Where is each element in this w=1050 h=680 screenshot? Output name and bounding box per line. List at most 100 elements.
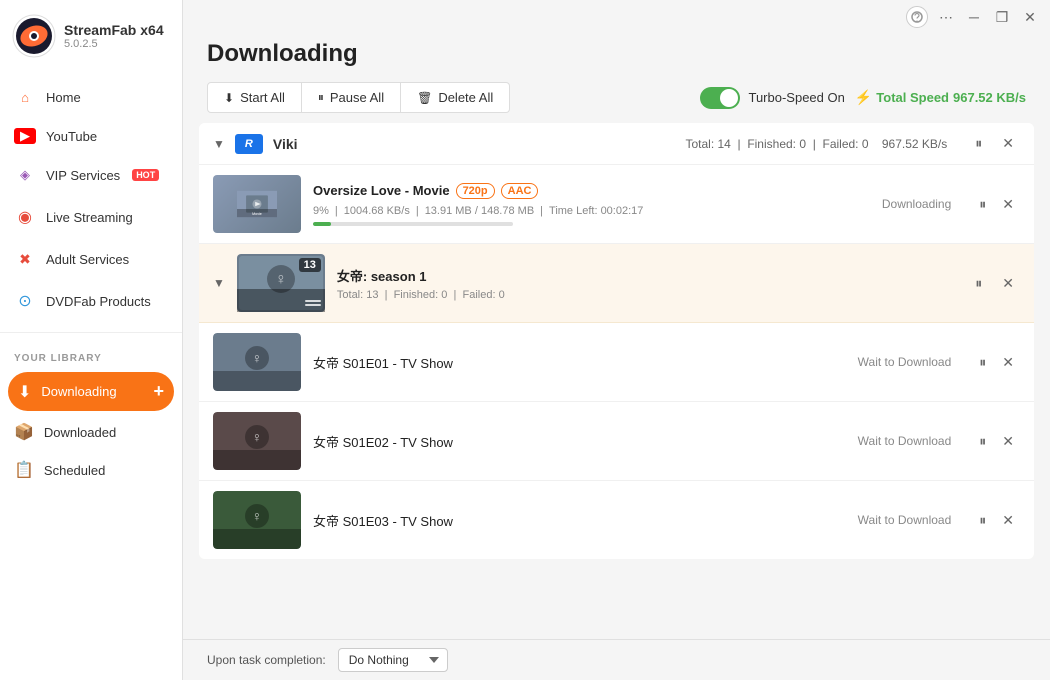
toggle-thumb [720,89,738,107]
footer: Upon task completion: Do Nothing Shut Do… [183,639,1050,680]
ep1-pause-btn[interactable]: ⏸ [973,352,992,373]
season-lines [305,300,321,306]
item-pause-btn[interactable]: ⏸ [973,194,992,215]
item-close-btn[interactable]: ✕ [996,194,1020,215]
sidebar-item-vip[interactable]: ◈ VIP Services HOT [0,154,182,196]
nav-vip-label: VIP Services [46,168,120,183]
svg-text:♀: ♀ [252,429,263,445]
separator2: | [416,205,419,217]
completion-dropdown[interactable]: Do Nothing Shut Down Sleep Hibernate Exi… [338,648,448,672]
ep2-status: Wait to Download [858,434,952,448]
ep1-close-btn[interactable]: ✕ [996,352,1020,373]
viki-chevron[interactable]: ▼ [213,137,225,151]
separator3: | [540,205,543,217]
ep1-info: 女帝 S01E01 - TV Show [313,353,846,372]
app-version: 5.0.2.5 [64,38,164,50]
viki-logo: R [235,134,263,154]
nav-youtube-label: YouTube [46,129,97,144]
viki-stats: Total: 14 | Finished: 0 | Failed: 0 967.… [685,137,947,151]
ep3-thumb: ♀ [213,491,301,549]
downloading-icon: ⬇ [18,382,31,402]
total-speed: ⚡ Total Speed 967.52 KB/s [855,89,1026,106]
nav-menu: ⌂ Home ▶ YouTube ◈ VIP Services HOT ◉ Li… [0,72,182,326]
sidebar-item-dvd[interactable]: ⊙ DVDFab Products [0,280,182,322]
menu-icon [911,11,923,23]
toggle-track[interactable] [700,87,740,109]
viki-pause-btn[interactable]: ⏸ [969,133,988,154]
progress-bar [313,222,513,226]
logo-icon [12,14,56,58]
ep3-title: 女帝 S01E03 - TV Show [313,511,846,530]
library-section-label: YOUR LIBRARY [0,339,182,370]
delete-icon: 🗑 [417,91,432,105]
hot-badge: HOT [132,169,159,181]
downloaded-icon: 📦 [14,422,34,442]
season-title: 女帝: season 1 [337,266,945,285]
item-status-text: Downloading [882,197,951,211]
library-downloading-label: Downloading [41,384,116,399]
restore-btn[interactable]: ❐ [992,7,1012,27]
speed-text: 1004.68 KB/s [344,205,410,217]
app-menu-btn[interactable] [906,6,928,28]
sidebar-item-youtube[interactable]: ▶ YouTube [0,118,182,154]
total-speed-label: Total Speed [876,90,949,105]
pause-all-label: Pause All [330,90,384,105]
thumb-image: Movie [213,175,301,233]
nav-adult-label: Adult Services [46,252,129,267]
youtube-icon: ▶ [14,128,36,144]
pause-all-btn[interactable]: ⏸ Pause All [302,82,401,113]
season-stats: Total: 13 | Finished: 0 | Failed: 0 [337,289,945,301]
page-title: Downloading [183,30,1050,76]
season1-header: ▼ ♀ 13 [199,244,1034,323]
turbo-section: Turbo-Speed On ⚡ Total Speed 967.52 KB/s [700,87,1026,109]
start-icon: ⬇ [224,91,234,105]
episode-s01e02: ♀ 女帝 S01E02 - TV Show Wait to Download ⏸… [199,402,1034,481]
minimize-btn[interactable]: ─ [964,7,984,27]
svg-text:Movie: Movie [252,212,262,216]
library-item-downloading[interactable]: ⬇ Downloading + [8,372,174,411]
viki-provider-name: Viki [273,136,298,152]
adult-icon: ✖ [14,248,36,270]
delete-all-label: Delete All [438,90,493,105]
ep3-pause-btn[interactable]: ⏸ [973,510,992,531]
time-left: Time Left: 00:02:17 [549,205,643,217]
svg-text:♀: ♀ [252,508,263,524]
sidebar-item-home[interactable]: ⌂ Home [0,76,182,118]
app-name-block: StreamFab x64 5.0.2.5 [64,22,164,50]
ep2-thumb-img: ♀ [213,412,301,470]
season-controls: ⏸ ✕ [969,273,1020,294]
season-chevron[interactable]: ▼ [213,276,225,290]
pause-icon: ⏸ [318,90,324,105]
nav-dvd-label: DVDFab Products [46,294,151,309]
toolbar: ⬇ Start All ⏸ Pause All 🗑 Delete All Tur… [183,76,1050,123]
ep3-close-btn[interactable]: ✕ [996,510,1020,531]
home-icon: ⌂ [14,86,36,108]
ep2-close-btn[interactable]: ✕ [996,431,1020,452]
add-download-btn[interactable]: + [153,381,164,402]
svg-text:♀: ♀ [252,350,263,366]
sidebar-divider [0,332,182,333]
close-btn[interactable]: ✕ [1020,7,1040,27]
library-item-downloaded[interactable]: 📦 Downloaded [0,413,182,451]
completion-label: Upon task completion: [207,653,326,667]
library-item-scheduled[interactable]: 📋 Scheduled [0,451,182,489]
size-text: 13.91 MB / 148.78 MB [425,205,534,217]
ep2-controls: ⏸ ✕ [973,431,1020,452]
delete-all-btn[interactable]: 🗑 Delete All [401,82,510,113]
turbo-toggle[interactable]: Turbo-Speed On [700,87,844,109]
viki-close-btn[interactable]: ✕ [996,133,1020,154]
library-scheduled-label: Scheduled [44,463,105,478]
sidebar-item-adult[interactable]: ✖ Adult Services [0,238,182,280]
season-close-btn[interactable]: ✕ [996,273,1020,294]
start-all-btn[interactable]: ⬇ Start All [207,82,302,113]
start-all-label: Start All [240,90,285,105]
sidebar-item-live[interactable]: ◉ Live Streaming [0,196,182,238]
app-name: StreamFab x64 [64,22,164,38]
ep2-pause-btn[interactable]: ⏸ [973,431,992,452]
menu-dots-btn[interactable]: ⋯ [936,7,956,27]
scheduled-icon: 📋 [14,460,34,480]
episode-s01e03: ♀ 女帝 S01E03 - TV Show Wait to Download ⏸… [199,481,1034,559]
season-pause-btn[interactable]: ⏸ [969,273,988,294]
viki-group: ▼ R Viki Total: 14 | Finished: 0 | Faile… [199,123,1034,559]
ep1-thumb-img: ♀ [213,333,301,391]
